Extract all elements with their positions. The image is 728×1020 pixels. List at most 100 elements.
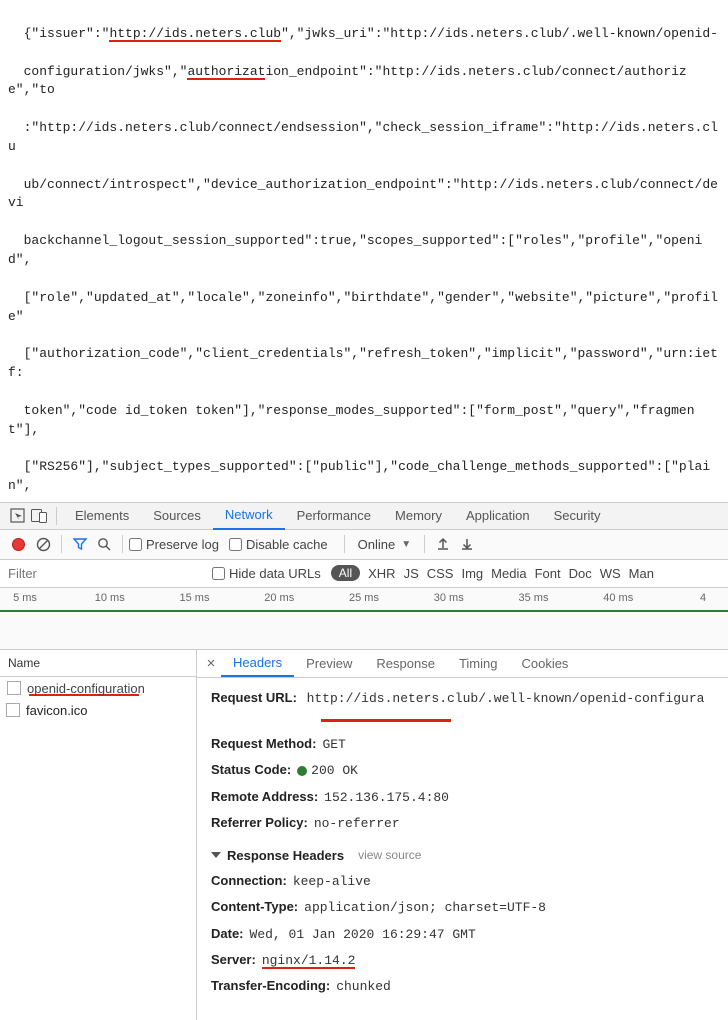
throttling-select[interactable]: Online ▼ bbox=[351, 534, 418, 555]
label: Status Code: bbox=[211, 762, 291, 777]
tab-security[interactable]: Security bbox=[542, 502, 613, 530]
annotation-underline: authorizat bbox=[187, 65, 265, 80]
upload-icon[interactable] bbox=[431, 532, 455, 556]
filter-type-all[interactable]: All bbox=[331, 565, 360, 581]
chevron-down-icon: ▼ bbox=[401, 539, 411, 550]
tab-memory[interactable]: Memory bbox=[383, 502, 454, 530]
filter-type-xhr[interactable]: XHR bbox=[368, 566, 395, 581]
json-text: ["RS256"],"subject_types_supported":["pu… bbox=[8, 459, 710, 493]
request-detail: × Headers Preview Response Timing Cookie… bbox=[197, 650, 728, 1020]
filter-type-img[interactable]: Img bbox=[461, 566, 483, 581]
select-value: Online bbox=[358, 537, 396, 552]
section-title: Response Headers bbox=[227, 848, 344, 863]
headers-panel: Request URL: http://ids.neters.club/.wel… bbox=[197, 678, 728, 1013]
tab-timing[interactable]: Timing bbox=[447, 650, 510, 678]
value: application/json; charset=UTF-8 bbox=[304, 900, 546, 915]
request-name: favicon.ico bbox=[26, 703, 87, 718]
tick: 30 ms bbox=[424, 592, 474, 604]
timeline-ticks: 5 ms 10 ms 15 ms 20 ms 25 ms 30 ms 35 ms… bbox=[0, 588, 728, 604]
separator bbox=[56, 507, 57, 525]
remote-address: Remote Address:152.136.175.4:80 bbox=[211, 787, 714, 808]
timeline-bar bbox=[0, 610, 728, 612]
hide-data-urls-checkbox[interactable]: Hide data URLs bbox=[212, 566, 321, 581]
tab-headers[interactable]: Headers bbox=[221, 650, 294, 678]
tab-performance[interactable]: Performance bbox=[285, 502, 383, 530]
filter-type-media[interactable]: Media bbox=[491, 566, 526, 581]
clear-icon[interactable] bbox=[31, 532, 55, 556]
separator bbox=[61, 535, 62, 553]
label: Content-Type: bbox=[211, 899, 298, 914]
value: 152.136.175.4:80 bbox=[324, 790, 449, 805]
filter-type-font[interactable]: Font bbox=[535, 566, 561, 581]
response-header-row: Server:nginx/1.14.2 bbox=[211, 950, 714, 970]
disable-cache-checkbox[interactable]: Disable cache bbox=[229, 537, 328, 552]
tick: 10 ms bbox=[85, 592, 135, 604]
value: keep-alive bbox=[293, 874, 371, 889]
json-text: ub/connect/introspect","device_authoriza… bbox=[8, 177, 718, 211]
file-icon bbox=[6, 703, 20, 717]
label: Referrer Policy: bbox=[211, 815, 308, 830]
close-detail-button[interactable]: × bbox=[201, 655, 221, 672]
tab-response[interactable]: Response bbox=[364, 650, 447, 678]
status-code: Status Code: 200 OK bbox=[211, 760, 714, 781]
response-header-row: Date:Wed, 01 Jan 2020 16:29:47 GMT bbox=[211, 924, 714, 945]
preserve-log-checkbox[interactable]: Preserve log bbox=[129, 537, 219, 552]
label: Server: bbox=[211, 952, 256, 967]
request-row[interactable]: openid-configuration bbox=[0, 677, 196, 700]
response-header-row: Content-Type: application/json; charset=U… bbox=[211, 897, 714, 918]
tick: 20 ms bbox=[254, 592, 304, 604]
label: Transfer-Encoding: bbox=[211, 978, 330, 993]
inspect-element-icon[interactable] bbox=[6, 505, 28, 527]
tick: 15 ms bbox=[170, 592, 220, 604]
json-text: :"http://ids.neters.club/connect/endsess… bbox=[8, 120, 718, 154]
search-icon[interactable] bbox=[92, 532, 116, 556]
column-header-name[interactable]: Name bbox=[0, 650, 196, 677]
response-header-row: Transfer-Encoding: chunked bbox=[211, 976, 714, 997]
request-url: Request URL: http://ids.neters.club/.wel… bbox=[211, 688, 714, 728]
devtools-top-bar: Elements Sources Network Performance Mem… bbox=[0, 502, 728, 530]
filter-type-js[interactable]: JS bbox=[404, 566, 419, 581]
devtools-tabs: Elements Sources Network Performance Mem… bbox=[63, 502, 613, 530]
view-source-link[interactable]: view source bbox=[358, 848, 421, 862]
label: Request URL: bbox=[211, 690, 297, 705]
record-button[interactable] bbox=[12, 538, 25, 551]
separator bbox=[122, 535, 123, 553]
filter-icon[interactable] bbox=[68, 532, 92, 556]
value: 200 OK bbox=[311, 763, 358, 778]
response-headers-section[interactable]: Response Headers view source bbox=[211, 848, 714, 863]
request-method: Request Method:GET bbox=[211, 734, 714, 755]
value: chunked bbox=[336, 979, 391, 994]
json-text: ["role","updated_at","locale","zoneinfo"… bbox=[8, 290, 718, 324]
value: http://ids.neters.club/.well-known/openi… bbox=[307, 691, 705, 706]
filter-bar: Hide data URLs All XHR JS CSS Img Media … bbox=[0, 560, 728, 588]
label: Request Method: bbox=[211, 736, 316, 751]
caret-down-icon bbox=[211, 852, 221, 858]
tab-application[interactable]: Application bbox=[454, 502, 542, 530]
tick: 40 ms bbox=[593, 592, 643, 604]
tab-elements[interactable]: Elements bbox=[63, 502, 141, 530]
tick: 35 ms bbox=[509, 592, 559, 604]
network-timeline[interactable]: 5 ms 10 ms 15 ms 20 ms 25 ms 30 ms 35 ms… bbox=[0, 588, 728, 650]
request-list: Name openid-configuration favicon.ico bbox=[0, 650, 197, 1020]
status-dot-icon bbox=[297, 766, 307, 776]
tick: 4 bbox=[678, 592, 728, 604]
device-toggle-icon[interactable] bbox=[28, 505, 50, 527]
request-row[interactable]: favicon.ico bbox=[0, 700, 196, 721]
filter-input[interactable] bbox=[2, 562, 212, 584]
tab-sources[interactable]: Sources bbox=[141, 502, 213, 530]
tab-network[interactable]: Network bbox=[213, 502, 285, 530]
file-icon bbox=[7, 681, 21, 695]
tab-preview[interactable]: Preview bbox=[294, 650, 364, 678]
label: Date: bbox=[211, 926, 244, 941]
json-text: ","jwks_uri":"http://ids.neters.club/.we… bbox=[281, 26, 718, 41]
filter-type-doc[interactable]: Doc bbox=[569, 566, 592, 581]
filter-type-ws[interactable]: WS bbox=[600, 566, 621, 581]
tick: 25 ms bbox=[339, 592, 389, 604]
checkbox-label: Preserve log bbox=[146, 537, 219, 552]
json-text: configuration/jwks"," bbox=[24, 64, 188, 79]
filter-type-manifest[interactable]: Man bbox=[629, 566, 654, 581]
filter-type-css[interactable]: CSS bbox=[427, 566, 454, 581]
download-icon[interactable] bbox=[455, 532, 479, 556]
tab-cookies[interactable]: Cookies bbox=[509, 650, 580, 678]
label: Connection: bbox=[211, 873, 287, 888]
